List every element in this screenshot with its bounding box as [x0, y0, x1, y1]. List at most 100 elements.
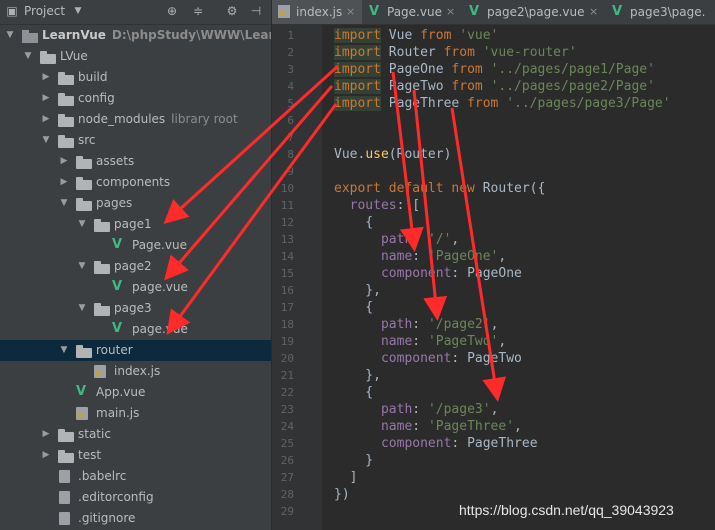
code-token: :: [412, 232, 428, 247]
line-number: 18: [280, 318, 294, 331]
tree-item-name: pages: [96, 196, 133, 210]
vue-file-icon: V: [76, 384, 87, 399]
tree-item-editorconfig[interactable]: .editorconfig: [0, 487, 271, 508]
close-tab-icon[interactable]: ×: [446, 0, 455, 24]
tree-item-name: main.js: [96, 406, 140, 420]
code-token: 'PageOne': [427, 249, 499, 264]
line-number: 20: [280, 352, 294, 365]
hide-panel-icon[interactable]: ⊣: [248, 3, 264, 19]
expand-arrow-closed-icon[interactable]: ▶: [40, 424, 52, 445]
tree-item-main-js[interactable]: main.js: [0, 403, 271, 424]
tree-item-config[interactable]: ▶ config: [0, 88, 271, 109]
tree-item-test[interactable]: ▶ test: [0, 445, 271, 466]
tree-item-assets[interactable]: ▶ assets: [0, 151, 271, 172]
tab-label: page3\page.: [630, 5, 706, 19]
code-line: path: '/page3',: [334, 401, 498, 418]
code-token: from: [443, 45, 475, 60]
expand-arrow-open-icon[interactable]: ▼: [76, 298, 88, 319]
tree-item-label: LVue: [60, 46, 88, 67]
expand-arrow-closed-icon[interactable]: ▶: [58, 172, 70, 193]
tree-item-label: main.js: [96, 403, 139, 424]
tree-item-label: index.js: [114, 361, 160, 382]
code-line: component: PageThree: [334, 435, 538, 452]
code-token: name: [380, 419, 413, 434]
code-line: import Router from 'vue-router': [334, 44, 577, 61]
code-token: : [: [396, 198, 421, 213]
tree-item-learnvue[interactable]: ▼ LearnVue D:\phpStudy\WWW\LearnVue: [0, 25, 271, 46]
editor-tab[interactable]: index.js×: [272, 0, 362, 24]
expand-arrow-open-icon[interactable]: ▼: [4, 25, 16, 46]
code-line: name: 'PageTwo',: [334, 333, 506, 350]
tree-item-hint: D:\phpStudy\WWW\LearnVue: [111, 28, 271, 42]
editor-tab[interactable]: Vpage3\page.: [606, 0, 715, 24]
code-token: name: [380, 249, 413, 264]
tree-item-page-vue[interactable]: Vpage.vue: [0, 319, 271, 340]
tree-item-page-vue[interactable]: V Page.vue: [0, 235, 271, 256]
close-tab-icon[interactable]: ×: [346, 0, 355, 24]
expand-arrow-closed-icon[interactable]: ▶: [40, 445, 52, 466]
tree-item-name: App.vue: [96, 385, 146, 399]
tree-item-label: App.vue: [96, 382, 145, 403]
expand-arrow-closed-icon[interactable]: ▶: [40, 88, 52, 109]
tree-item-lvue[interactable]: ▼ LVue: [0, 46, 271, 67]
vue-file-icon: V: [469, 4, 480, 19]
line-number: 15: [280, 267, 294, 280]
expand-arrow-closed-icon[interactable]: ▶: [40, 67, 52, 88]
tree-item-components[interactable]: ▶ components: [0, 172, 271, 193]
tree-item-name: static: [78, 427, 111, 441]
code-view[interactable]: import Vue from 'vue' import Router from …: [334, 25, 715, 530]
tree-item-name: page3: [114, 301, 152, 315]
expand-arrow-open-icon[interactable]: ▼: [76, 256, 88, 277]
config-file-icon: [58, 491, 72, 505]
tree-item-index-js[interactable]: index.js: [0, 361, 271, 382]
tree-item-page-vue[interactable]: Vpage.vue: [0, 277, 271, 298]
tree-item-node-modules[interactable]: ▶ node_modules library root: [0, 109, 271, 130]
line-number: 23: [280, 403, 294, 416]
tree-item-build[interactable]: ▶ build: [0, 67, 271, 88]
tab-label: page2\page.vue: [487, 5, 585, 19]
expand-arrow-open-icon[interactable]: ▼: [76, 214, 88, 235]
project-panel-title[interactable]: Project: [24, 4, 65, 18]
tree-item-app-vue[interactable]: V App.vue: [0, 382, 271, 403]
tree-item-static[interactable]: ▶ static: [0, 424, 271, 445]
code-token: 'PageThree': [427, 419, 515, 434]
tree-item-src[interactable]: ▼ src: [0, 130, 271, 151]
expand-arrow-open-icon[interactable]: ▼: [58, 193, 70, 214]
tree-item-page1[interactable]: ▼ page1: [0, 214, 271, 235]
expand-arrow-closed-icon[interactable]: ▶: [40, 109, 52, 130]
code-line: }): [334, 486, 350, 503]
tree-item-page2[interactable]: ▼ page2: [0, 256, 271, 277]
expand-arrow-open-icon[interactable]: ▼: [58, 340, 70, 361]
collapse-all-icon[interactable]: ≑: [190, 3, 206, 19]
tree-item-router[interactable]: ▼ router: [0, 340, 271, 361]
code-line: {: [334, 214, 373, 231]
tree-item-label: Page.vue: [132, 235, 187, 256]
tree-item-label: config: [78, 88, 115, 109]
code-token: component: [380, 351, 452, 366]
expand-arrow-closed-icon[interactable]: ▶: [58, 151, 70, 172]
expand-arrow-open-icon[interactable]: ▼: [40, 130, 52, 151]
close-tab-icon[interactable]: ×: [589, 0, 598, 24]
tree-item-name: components: [96, 175, 171, 189]
folder-icon: [58, 114, 74, 127]
editor-tab[interactable]: Vpage2\page.vue ×: [463, 0, 605, 24]
tree-item-babelrc[interactable]: .babelrc: [0, 466, 271, 487]
tab-label: Page.vue: [387, 5, 442, 19]
view-dropdown-icon[interactable]: ▼: [70, 3, 86, 19]
project-view-icon[interactable]: ▣: [4, 3, 20, 19]
tree-item-gitignore[interactable]: .gitignore: [0, 508, 271, 529]
editor-tab[interactable]: V Page.vue ×: [363, 0, 462, 24]
locate-file-icon[interactable]: ⊕: [164, 3, 180, 19]
code-token: Vue.: [334, 147, 366, 162]
tree-item-page3[interactable]: ▼ page3: [0, 298, 271, 319]
code-token: (Router): [388, 147, 452, 162]
tree-item-pages[interactable]: ▼ pages: [0, 193, 271, 214]
expand-arrow-open-icon[interactable]: ▼: [22, 46, 34, 67]
code-token: path: [380, 402, 413, 417]
gear-icon[interactable]: ⚙: [224, 3, 240, 19]
